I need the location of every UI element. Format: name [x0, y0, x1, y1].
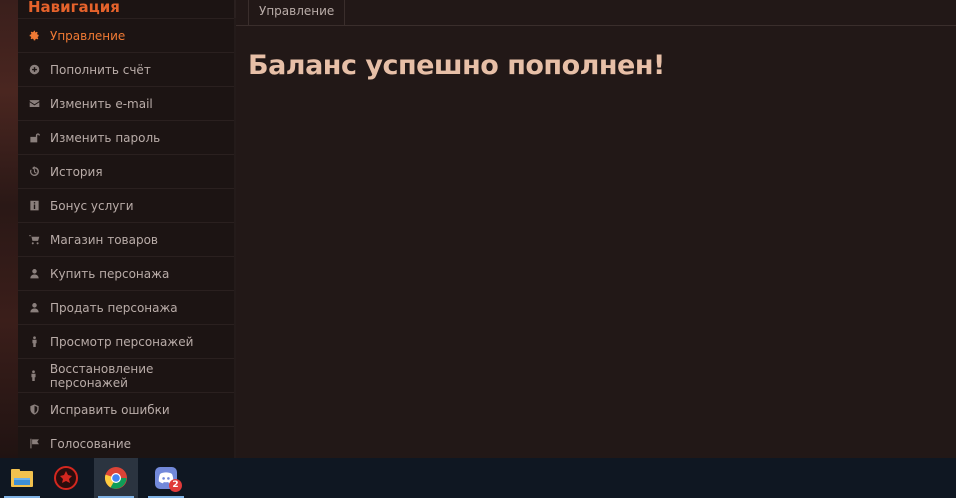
sidebar-item-view-characters[interactable]: Просмотр персонажей: [18, 324, 234, 358]
sidebar-item-label: Купить персонажа: [50, 266, 170, 281]
sidebar-item-restore-characters[interactable]: Восстановление персонажей: [18, 358, 234, 392]
sidebar-item-top-up[interactable]: Пополнить счёт: [18, 52, 234, 86]
person-icon: [28, 336, 40, 348]
file-explorer-icon: [11, 469, 33, 487]
cart-icon: [28, 234, 40, 246]
sidebar-item-change-password[interactable]: Изменить пароль: [18, 120, 234, 154]
person-icon: [28, 370, 40, 382]
nav-list: Управление Пополнить счёт Изменить e-mai…: [18, 18, 234, 458]
sidebar-item-buy-character[interactable]: Купить персонажа: [18, 256, 234, 290]
sidebar-item-label: Исправить ошибки: [50, 402, 170, 417]
taskbar-chrome[interactable]: [94, 458, 138, 498]
sidebar-item-label: Восстановление персонажей: [49, 361, 154, 390]
sidebar-item-management[interactable]: Управление: [18, 18, 234, 52]
sidebar-item-label: Бонус услуги: [50, 198, 134, 213]
sidebar-item-voting[interactable]: Голосование: [18, 426, 234, 458]
sidebar-item-label: История: [50, 164, 103, 179]
sidebar-item-label: Просмотр персонажей: [50, 334, 194, 349]
notification-badge: 2: [169, 479, 182, 492]
breadcrumb: Управление: [236, 0, 956, 26]
sidebar-item-label: Изменить e-mail: [50, 96, 153, 111]
sidebar-item-label: Пополнить счёт: [50, 62, 151, 77]
background-art: [0, 0, 20, 458]
flag-icon: [28, 438, 40, 450]
envelope-icon: [28, 98, 40, 110]
taskbar-game-launcher[interactable]: [44, 458, 88, 498]
taskbar: 2: [0, 458, 956, 498]
sidebar-item-shop[interactable]: Магазин товаров: [18, 222, 234, 256]
unlock-icon: [28, 132, 40, 144]
tab-management[interactable]: Управление: [248, 0, 346, 26]
taskbar-file-explorer[interactable]: [0, 458, 44, 498]
main-content: Управление Баланс успешно пополнен!: [236, 0, 956, 458]
page: Навигация Управление Пополнить счёт Изме…: [0, 0, 956, 498]
plus-circle-icon: [28, 64, 40, 76]
taskbar-discord[interactable]: 2: [144, 458, 188, 498]
sidebar-item-label: Управление: [50, 28, 126, 43]
info-icon: [28, 200, 40, 212]
sidebar-title: Навигация: [28, 0, 120, 16]
sidebar-item-label: Магазин товаров: [50, 232, 158, 247]
gear-icon: [28, 30, 40, 42]
sidebar-item-label: Продать персонажа: [50, 300, 178, 315]
sidebar-item-label: Изменить пароль: [50, 130, 161, 145]
user-icon: [28, 302, 40, 314]
game-launcher-icon: [54, 466, 78, 490]
sidebar-item-bonus[interactable]: Бонус услуги: [18, 188, 234, 222]
sidebar-item-fix-errors[interactable]: Исправить ошибки: [18, 392, 234, 426]
chrome-icon: [104, 467, 127, 489]
sidebar-item-sell-character[interactable]: Продать персонажа: [18, 290, 234, 324]
sidebar: Навигация Управление Пополнить счёт Изме…: [18, 0, 234, 458]
sidebar-item-history[interactable]: История: [18, 154, 234, 188]
history-icon: [28, 166, 40, 178]
shield-icon: [28, 404, 40, 416]
sidebar-item-change-email[interactable]: Изменить e-mail: [18, 86, 234, 120]
sidebar-item-label: Голосование: [50, 436, 132, 451]
user-icon: [28, 268, 40, 280]
page-title: Баланс успешно пополнен!: [248, 50, 665, 81]
